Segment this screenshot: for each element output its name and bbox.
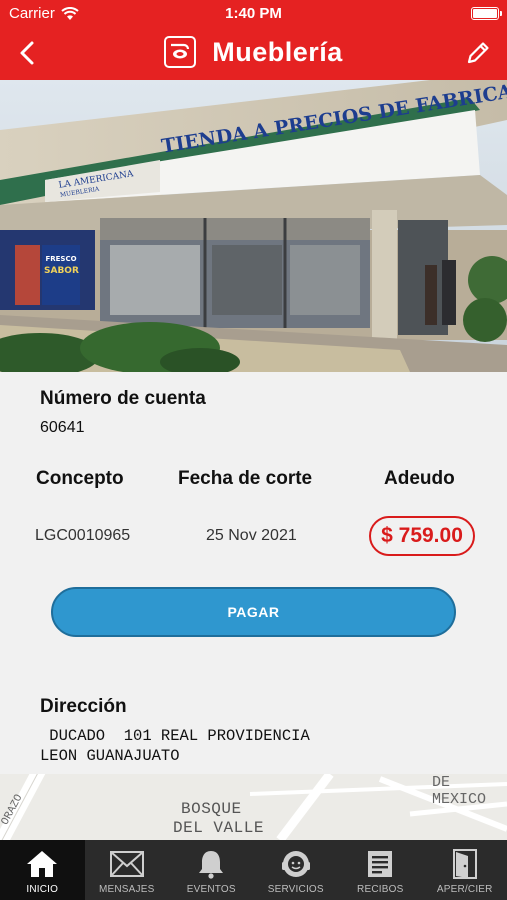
bell-icon (193, 848, 229, 880)
column-header-fecha: Fecha de corte (178, 468, 313, 489)
account-number-label: Número de cuenta (40, 388, 206, 409)
column-header-concepto: Concepto (36, 468, 124, 489)
poster-line1: FRESCO (45, 255, 77, 263)
tab-recibos[interactable]: RECIBOS (338, 840, 423, 900)
tab-label-aper-cier: APER/CIER (436, 884, 493, 895)
status-bar: Carrier 1:40 PM (0, 0, 507, 28)
app-logo-icon (164, 36, 197, 68)
address-line-2: LEON GUANAJUATO (40, 747, 180, 765)
tab-label-eventos: EVENTOS (186, 884, 236, 895)
header-title-group: Mueblería (0, 36, 507, 68)
map-label-de-mexico: DE MEXICO (432, 774, 487, 808)
tab-inicio[interactable]: INICIO (0, 840, 85, 900)
tab-eventos[interactable]: EVENTOS (169, 840, 254, 900)
bottom-tab-bar: INICIO MENSAJES EVENTOS SERVICIOS RECIBO… (0, 840, 507, 900)
pay-button[interactable]: PAGAR (51, 587, 456, 637)
envelope-icon (109, 848, 145, 880)
tab-mensajes[interactable]: MENSAJES (85, 840, 170, 900)
map-label-del-valle: DEL VALLE (173, 819, 264, 837)
tab-label-recibos: RECIBOS (357, 884, 404, 895)
tab-label-inicio: INICIO (26, 884, 59, 895)
poster-line2: SABOR (44, 265, 79, 276)
support-agent-icon (278, 848, 314, 880)
address-line-1: DUCADO 101 REAL PROVIDENCIA (40, 727, 310, 745)
address-label: Dirección (40, 696, 127, 717)
account-detail-panel: Número de cuenta 60641 Concepto Fecha de… (0, 372, 507, 774)
edit-button[interactable] (461, 36, 495, 70)
tab-aper-cier[interactable]: APER/CIER (423, 840, 507, 900)
top-nav-bar: Mueblería (0, 28, 507, 80)
page-title: Mueblería (212, 36, 343, 67)
battery-icon (471, 7, 502, 20)
home-icon (24, 848, 60, 880)
poster-text: FRESCO SABOR (44, 255, 79, 277)
location-map[interactable]: ORAZO BOSQUE DEL VALLE DE MEXICO (0, 774, 507, 840)
pencil-icon (467, 42, 489, 64)
receipt-icon (362, 848, 398, 880)
door-icon (447, 848, 483, 880)
fecha-corte-value: 25 Nov 2021 (206, 527, 297, 544)
status-time: 1:40 PM (225, 5, 282, 22)
store-photo: TIENDA A PRECIOS DE FABRICA LA AMERICANA… (0, 80, 507, 372)
tab-label-mensajes: MENSAJES (98, 884, 155, 895)
tab-servicios[interactable]: SERVICIOS (254, 840, 339, 900)
column-header-adeudo: Adeudo (384, 468, 455, 489)
account-number-value: 60641 (40, 419, 85, 436)
map-label-bosque: BOSQUE (181, 800, 242, 818)
tab-label-servicios: SERVICIOS (267, 884, 324, 895)
concepto-value: LGC0010965 (35, 527, 131, 544)
adeudo-amount-badge: $ 759.00 (369, 516, 475, 556)
